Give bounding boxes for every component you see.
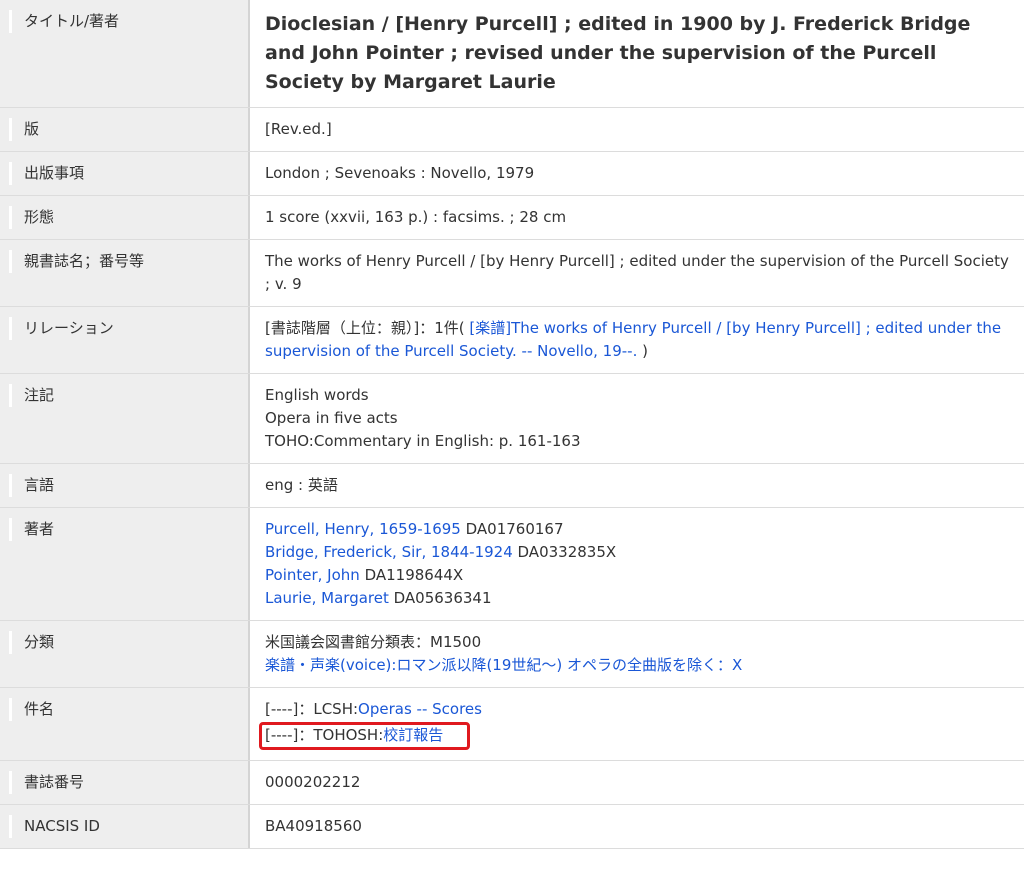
label-cell: NACSIS ID — [0, 805, 250, 848]
row-classification: 分類 米国議会図書館分類表：M1500 楽譜・声楽(voice):ロマン派以降(… — [0, 621, 1024, 688]
row-label: 分類 — [9, 631, 248, 654]
relation-prefix: [書誌階層（上位：親）]：1件( — [265, 319, 470, 337]
label-cell: 件名 — [0, 688, 250, 760]
author-link[interactable]: Purcell, Henry, 1659-1695 — [265, 520, 461, 538]
author-id: DA0332835X — [512, 543, 617, 561]
author-link[interactable]: Bridge, Frederick, Sir, 1844-1924 — [265, 543, 513, 561]
label-cell: 書誌番号 — [0, 761, 250, 804]
value-cell: BA40918560 — [250, 805, 1024, 848]
value-cell: eng : 英語 — [250, 464, 1024, 507]
value-cell: Dioclesian / [Henry Purcell] ; edited in… — [250, 0, 1024, 107]
row-label: リレーション — [9, 317, 248, 340]
row-edition: 版 [Rev.ed.] — [0, 108, 1024, 152]
value-cell: 1 score (xxvii, 163 p.) : facsims. ; 28 … — [250, 196, 1024, 239]
value-cell: Purcell, Henry, 1659-1695 DA01760167 Bri… — [250, 508, 1024, 620]
edition-value: [Rev.ed.] — [265, 120, 332, 138]
label-cell: 形態 — [0, 196, 250, 239]
nacsis-id-value: BA40918560 — [265, 817, 362, 835]
row-label: 版 — [9, 118, 248, 141]
note-line: English words — [265, 386, 369, 404]
value-cell: 0000202212 — [250, 761, 1024, 804]
physical-value: 1 score (xxvii, 163 p.) : facsims. ; 28 … — [265, 208, 567, 226]
value-cell: [----]：LCSH:Operas -- Scores [----]：TOHO… — [250, 688, 1024, 760]
author-entry: Laurie, Margaret DA05636341 — [265, 587, 1009, 610]
classification-lcc: 米国議会図書館分類表：M1500 — [265, 633, 482, 651]
row-label: 注記 — [9, 384, 248, 407]
row-nacsis-id: NACSIS ID BA40918560 — [0, 805, 1024, 849]
author-id: DA01760167 — [460, 520, 564, 538]
row-physical: 形態 1 score (xxvii, 163 p.) : facsims. ; … — [0, 196, 1024, 240]
row-label: 形態 — [9, 206, 248, 229]
note-line: Opera in five acts — [265, 409, 398, 427]
subject-link[interactable]: Operas -- Scores — [358, 700, 482, 718]
subject-prefix: [----]：LCSH: — [265, 700, 359, 718]
label-cell: リレーション — [0, 307, 250, 373]
label-cell: 版 — [0, 108, 250, 151]
row-authors: 著者 Purcell, Henry, 1659-1695 DA01760167 … — [0, 508, 1024, 621]
highlighted-subject-entry: [----]：TOHOSH:校訂報告 — [259, 722, 471, 750]
author-id: DA05636341 — [388, 589, 492, 607]
label-cell: タイトル/著者 — [0, 0, 250, 107]
row-title: タイトル/著者 Dioclesian / [Henry Purcell] ; e… — [0, 0, 1024, 108]
row-language: 言語 eng : 英語 — [0, 464, 1024, 508]
author-entry: Pointer, John DA1198644X — [265, 564, 1009, 587]
row-bib-id: 書誌番号 0000202212 — [0, 761, 1024, 805]
value-cell: English words Opera in five acts TOHO:Co… — [250, 374, 1024, 463]
series-value: The works of Henry Purcell / [by Henry P… — [265, 252, 1009, 293]
publication-value: London ; Sevenoaks : Novello, 1979 — [265, 164, 535, 182]
value-cell: [書誌階層（上位：親）]：1件( [楽譜]The works of Henry … — [250, 307, 1024, 373]
row-label: 親書誌名；番号等 — [9, 250, 248, 273]
value-cell: 米国議会図書館分類表：M1500 楽譜・声楽(voice):ロマン派以降(19世… — [250, 621, 1024, 687]
row-label: 出版事項 — [9, 162, 248, 185]
value-cell: London ; Sevenoaks : Novello, 1979 — [250, 152, 1024, 195]
relation-suffix: ) — [637, 342, 648, 360]
label-cell: 注記 — [0, 374, 250, 463]
row-relation: リレーション [書誌階層（上位：親）]：1件( [楽譜]The works of… — [0, 307, 1024, 374]
row-notes: 注記 English words Opera in five acts TOHO… — [0, 374, 1024, 464]
bib-id-value: 0000202212 — [265, 773, 361, 791]
label-cell: 著者 — [0, 508, 250, 620]
value-cell: [Rev.ed.] — [250, 108, 1024, 151]
label-cell: 出版事項 — [0, 152, 250, 195]
language-value: eng : 英語 — [265, 476, 338, 494]
value-cell: The works of Henry Purcell / [by Henry P… — [250, 240, 1024, 306]
row-label: タイトル/著者 — [9, 10, 248, 33]
author-id: DA1198644X — [359, 566, 464, 584]
row-label: 著者 — [9, 518, 248, 541]
row-label: 書誌番号 — [9, 771, 248, 794]
classification-link[interactable]: 楽譜・声楽(voice):ロマン派以降(19世紀～) オペラの全曲版を除く：X — [265, 654, 1009, 677]
label-cell: 親書誌名；番号等 — [0, 240, 250, 306]
author-entry: Bridge, Frederick, Sir, 1844-1924 DA0332… — [265, 541, 1009, 564]
author-entry: Purcell, Henry, 1659-1695 DA01760167 — [265, 518, 1009, 541]
author-link[interactable]: Laurie, Margaret — [265, 589, 389, 607]
label-cell: 言語 — [0, 464, 250, 507]
row-label: NACSIS ID — [9, 815, 248, 838]
row-publication: 出版事項 London ; Sevenoaks : Novello, 1979 — [0, 152, 1024, 196]
row-subjects: 件名 [----]：LCSH:Operas -- Scores [----]：T… — [0, 688, 1024, 761]
note-line: TOHO:Commentary in English: p. 161-163 — [265, 432, 581, 450]
row-label: 件名 — [9, 698, 248, 721]
author-link[interactable]: Pointer, John — [265, 566, 360, 584]
row-series: 親書誌名；番号等 The works of Henry Purcell / [b… — [0, 240, 1024, 307]
bibliographic-record-table: タイトル/著者 Dioclesian / [Henry Purcell] ; e… — [0, 0, 1024, 849]
row-label: 言語 — [9, 474, 248, 497]
subject-entry: [----]：LCSH:Operas -- Scores — [265, 698, 1009, 721]
label-cell: 分類 — [0, 621, 250, 687]
subject-prefix: [----]：TOHOSH: — [265, 726, 384, 744]
record-title: Dioclesian / [Henry Purcell] ; edited in… — [265, 13, 971, 93]
subject-link[interactable]: 校訂報告 — [383, 726, 443, 744]
